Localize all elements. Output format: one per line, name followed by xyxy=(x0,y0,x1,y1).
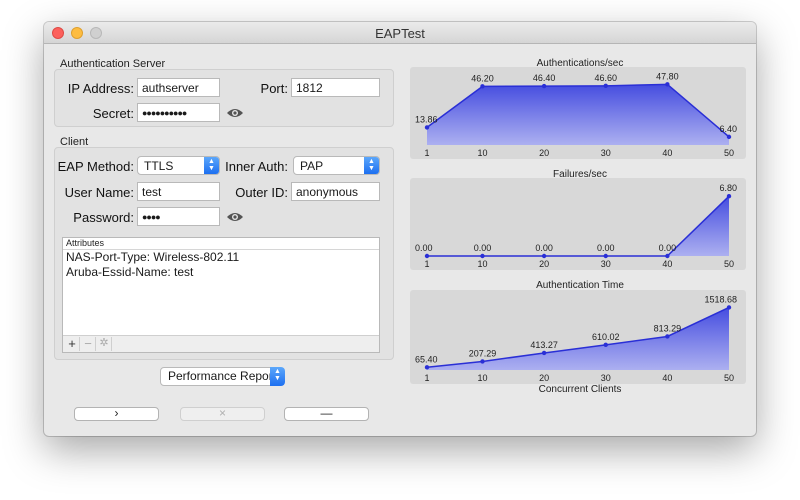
report-type-select[interactable]: Performance Report ▲ ▼ xyxy=(160,367,285,386)
data-point xyxy=(424,365,430,370)
x-tick-label: 20 xyxy=(539,259,549,269)
data-point xyxy=(480,359,485,364)
inner-auth-stepper-icon: ▲ ▼ xyxy=(364,157,379,174)
x-tick-label: 50 xyxy=(724,373,734,383)
data-label: 46.60 xyxy=(594,73,617,83)
data-label: 813.29 xyxy=(654,323,682,333)
title-bar: EAPTest xyxy=(44,22,756,44)
data-label: 46.40 xyxy=(533,73,556,83)
data-point xyxy=(541,350,547,356)
attributes-toolbar: + − ✲ xyxy=(63,335,379,352)
authentication-time-chart: 65.40 1 207.29 10 413.27 20 610.02 30 813.29 40 15… xyxy=(410,290,746,384)
user-name-field[interactable]: test xyxy=(137,182,220,201)
x-tick-label: 50 xyxy=(724,148,734,158)
data-point xyxy=(424,125,430,130)
attributes-list[interactable]: Attributes NAS-Port-Type: Wireless-802.1… xyxy=(62,237,380,353)
data-point xyxy=(603,342,608,348)
inner-auth-label: Inner Auth: xyxy=(225,159,288,174)
port-label: Port: xyxy=(260,81,288,96)
data-label: 0.00 xyxy=(659,243,677,253)
eap-method-label: EAP Method: xyxy=(57,159,134,174)
start-button[interactable]: › xyxy=(74,407,159,421)
eap-method-value: TTLS xyxy=(144,159,174,173)
remove-attribute-button[interactable]: − xyxy=(81,337,96,351)
data-label: 0.00 xyxy=(535,243,553,253)
user-name-label: User Name: xyxy=(64,185,134,200)
password-field[interactable]: ●●●● xyxy=(137,207,220,226)
data-label: 13.86 xyxy=(415,114,438,124)
outer-id-label: Outer ID: xyxy=(235,185,288,200)
attribute-row[interactable]: Aruba-Essid-Name: test xyxy=(63,265,379,280)
x-tick-label: 40 xyxy=(662,148,672,158)
x-tick-label: 10 xyxy=(477,259,487,269)
data-label: 6.80 xyxy=(719,183,737,193)
data-point xyxy=(726,305,732,310)
port-field[interactable]: 1812 xyxy=(291,78,380,97)
minus-button[interactable]: — xyxy=(284,407,369,421)
data-label: 1518.68 xyxy=(704,294,737,304)
failures-chart: 0.00 1 0.00 10 0.00 20 0.00 30 0.00 40 6.80 50 xyxy=(410,178,746,270)
data-point xyxy=(541,83,547,89)
x-tick-label: 30 xyxy=(601,259,611,269)
data-label: 46.20 xyxy=(471,73,494,83)
report-type-value: Performance Report xyxy=(168,369,277,383)
stop-button[interactable]: × xyxy=(180,407,265,421)
data-point xyxy=(603,83,608,89)
secret-field[interactable]: ●●●●●●●●●● xyxy=(137,103,220,122)
data-point xyxy=(665,82,670,87)
secret-label: Secret: xyxy=(92,106,134,121)
attribute-row[interactable]: NAS-Port-Type: Wireless-802.11 xyxy=(63,250,379,265)
data-label: 0.00 xyxy=(415,243,433,253)
data-label: 0.00 xyxy=(597,243,615,253)
authentications-chart: 13.86 1 46.20 10 46.40 20 46.60 30 47.80 40 6.40 50 xyxy=(410,67,746,159)
report-stepper-icon: ▲ ▼ xyxy=(270,367,285,386)
data-label: 0.00 xyxy=(474,243,492,253)
data-label: 413.27 xyxy=(530,340,558,350)
password-label: Password: xyxy=(73,210,134,225)
data-point xyxy=(726,193,732,199)
x-tick-label: 20 xyxy=(539,373,549,383)
x-tick-label: 1 xyxy=(424,259,429,269)
data-point xyxy=(480,253,485,259)
x-tick-label: 1 xyxy=(424,148,429,158)
x-tick-label: 10 xyxy=(477,373,487,383)
data-label: 47.80 xyxy=(656,71,679,81)
attributes-header: Attributes xyxy=(63,238,379,250)
inner-auth-select[interactable]: PAP ▲ ▼ xyxy=(293,156,380,175)
data-label: 65.40 xyxy=(415,354,438,364)
data-label: 610.02 xyxy=(592,332,620,342)
outer-id-field[interactable]: anonymous xyxy=(291,182,380,201)
ip-address-label: IP Address: xyxy=(67,81,134,96)
data-point xyxy=(541,253,547,259)
data-point xyxy=(726,134,732,140)
data-label: 6.40 xyxy=(719,124,737,134)
x-axis-caption: Concurrent Clients xyxy=(538,384,622,395)
gear-icon[interactable]: ✲ xyxy=(97,337,112,351)
data-label: 207.29 xyxy=(469,348,497,358)
x-tick-label: 40 xyxy=(662,259,672,269)
x-tick-label: 1 xyxy=(424,373,429,383)
add-attribute-button[interactable]: + xyxy=(65,337,80,351)
data-point xyxy=(665,334,670,339)
x-tick-label: 30 xyxy=(601,373,611,383)
inner-auth-value: PAP xyxy=(300,159,324,173)
app-window: EAPTest Authentication Server IP Address… xyxy=(44,22,756,436)
x-tick-label: 30 xyxy=(601,148,611,158)
x-tick-label: 10 xyxy=(477,148,487,158)
x-tick-label: 50 xyxy=(724,259,734,269)
show-secret-eye-icon[interactable] xyxy=(226,107,244,119)
x-tick-label: 40 xyxy=(662,373,672,383)
data-point xyxy=(424,253,430,259)
data-point xyxy=(480,84,485,89)
ip-address-field[interactable]: authserver xyxy=(137,78,220,97)
window-title: EAPTest xyxy=(375,26,425,41)
x-tick-label: 20 xyxy=(539,148,549,158)
data-point xyxy=(603,253,608,259)
data-point xyxy=(665,253,670,259)
eap-method-select[interactable]: TTLS ▲ ▼ xyxy=(137,156,220,175)
show-password-eye-icon[interactable] xyxy=(226,211,244,223)
